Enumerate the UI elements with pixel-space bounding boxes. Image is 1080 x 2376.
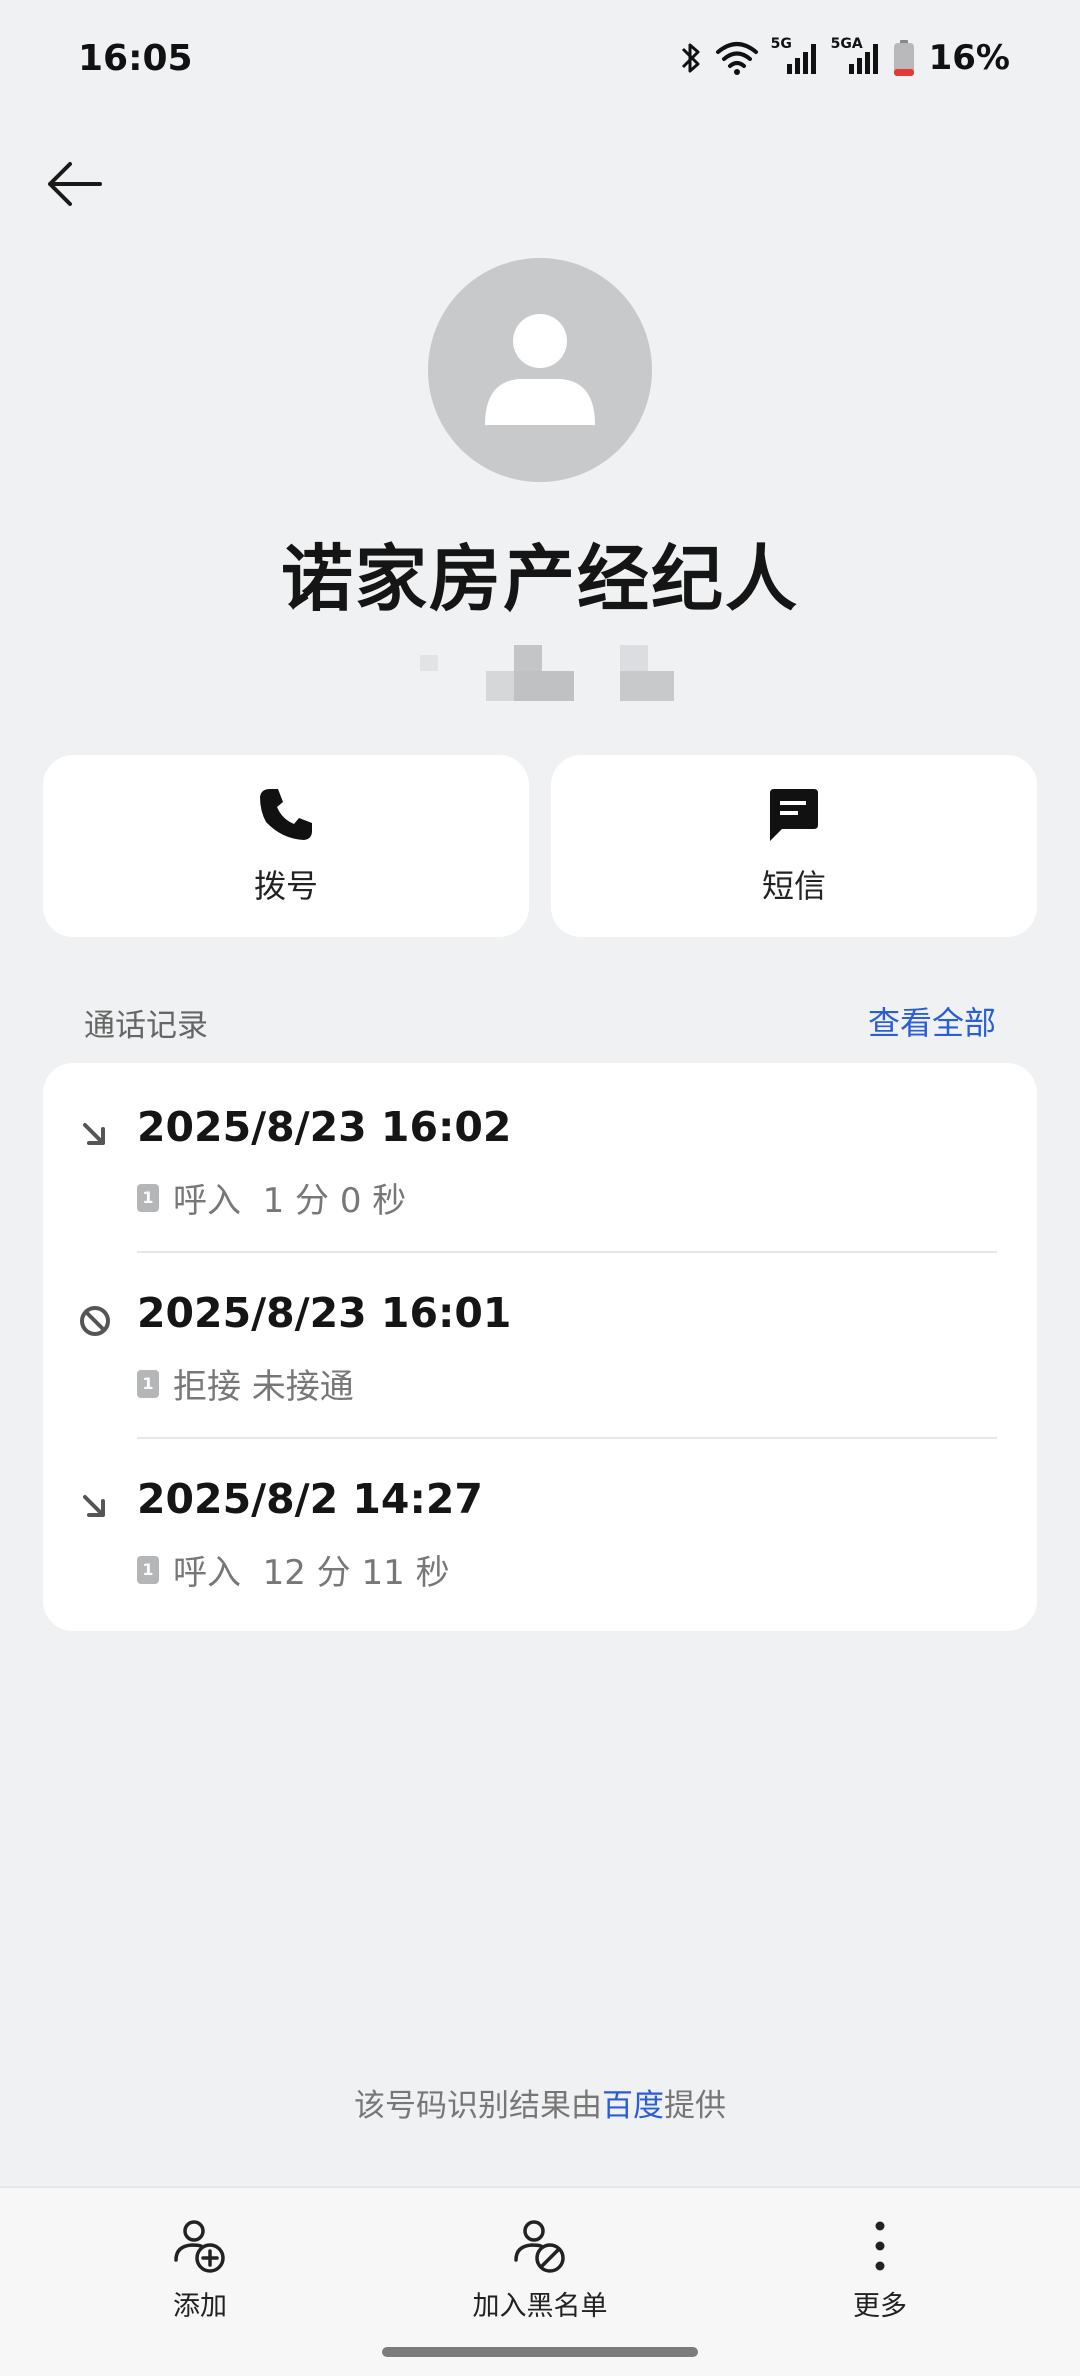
call-time: 2025/8/23 16:01 bbox=[137, 1289, 512, 1337]
more-button[interactable]: 更多 bbox=[760, 2216, 1000, 2336]
add-person-icon bbox=[174, 2220, 225, 2273]
call-log-title: 通话记录 bbox=[84, 1008, 208, 1044]
contact-name: 诺家房产经纪人 bbox=[280, 537, 799, 621]
call-label: 拨号 bbox=[253, 867, 318, 905]
add-contact-button[interactable]: 添加 bbox=[80, 2216, 320, 2336]
call-log-item[interactable]: 2025/8/2 14:27 1 呼入 12 分 11 秒 bbox=[43, 1435, 1037, 1621]
wifi-icon bbox=[715, 42, 758, 75]
incoming-call-icon bbox=[83, 1495, 105, 1517]
call-detail: 1 呼入 12 分 11 秒 bbox=[137, 1545, 450, 1594]
phone-number-redacted bbox=[410, 645, 680, 705]
call-detail-text: 拒接 未接通 bbox=[173, 1367, 354, 1407]
sim-card-icon: 1 bbox=[137, 1555, 159, 1584]
redaction-block bbox=[486, 671, 514, 701]
signal-icon bbox=[848, 44, 878, 74]
sms-label: 短信 bbox=[761, 867, 826, 905]
provider-link[interactable]: 百度 bbox=[602, 2088, 664, 2124]
provider-note: 该号码识别结果由百度提供 bbox=[0, 2080, 1080, 2125]
redaction-block bbox=[514, 671, 574, 701]
sms-button[interactable]: 短信 bbox=[551, 755, 1037, 937]
view-all-link[interactable]: 查看全部 bbox=[868, 998, 996, 1044]
redaction-block bbox=[620, 645, 648, 673]
more-vertical-icon bbox=[875, 2221, 885, 2271]
call-detail-text: 呼入 12 分 11 秒 bbox=[173, 1553, 450, 1593]
back-button[interactable] bbox=[40, 150, 108, 218]
redaction-block bbox=[420, 655, 438, 671]
call-log-item[interactable]: 2025/8/23 16:02 1 呼入 1 分 0 秒 bbox=[43, 1063, 1037, 1249]
block-person-icon bbox=[514, 2220, 565, 2273]
signal-1: 5G bbox=[771, 36, 819, 76]
arrow-left-icon bbox=[48, 162, 102, 206]
call-detail-text: 呼入 1 分 0 秒 bbox=[173, 1181, 407, 1221]
message-icon bbox=[770, 789, 818, 841]
person-icon bbox=[485, 314, 595, 425]
battery-level: 16% bbox=[928, 38, 1010, 78]
status-icons: 5G 5GA 16% bbox=[679, 36, 1010, 78]
incoming-call-icon bbox=[83, 1123, 105, 1145]
rejected-call-icon bbox=[80, 1306, 110, 1336]
sim-card-icon: 1 bbox=[137, 1369, 159, 1398]
contact-detail-screen: 16:05 5G 5GA 16% 诺家房产经纪人 拨号 短信 通话记录 查看全部… bbox=[0, 0, 1080, 2376]
call-time: 2025/8/2 14:27 bbox=[137, 1475, 483, 1523]
avatar bbox=[428, 258, 652, 482]
call-button[interactable]: 拨号 bbox=[43, 755, 529, 937]
signal-2: 5GA bbox=[831, 36, 881, 76]
call-log-item[interactable]: 2025/8/23 16:01 1 拒接 未接通 bbox=[43, 1249, 1037, 1435]
provider-prefix: 该号码识别结果由 bbox=[354, 2088, 602, 2124]
redaction-block bbox=[620, 671, 674, 701]
status-time: 16:05 bbox=[78, 38, 193, 79]
bluetooth-icon bbox=[681, 43, 700, 73]
block-label: 加入黑名单 bbox=[472, 2291, 608, 2322]
phone-icon bbox=[260, 789, 312, 840]
call-detail: 1 呼入 1 分 0 秒 bbox=[137, 1173, 406, 1222]
signal-icon bbox=[786, 44, 816, 74]
add-label: 添加 bbox=[173, 2291, 227, 2322]
call-detail: 1 拒接 未接通 bbox=[137, 1359, 354, 1408]
battery-icon bbox=[893, 40, 914, 76]
provider-suffix: 提供 bbox=[664, 2088, 726, 2124]
sim-card-icon: 1 bbox=[137, 1183, 159, 1212]
call-time: 2025/8/23 16:02 bbox=[137, 1103, 512, 1151]
status-bar: 16:05 5G 5GA 16% bbox=[0, 0, 1080, 120]
call-log-list: 2025/8/23 16:02 1 呼入 1 分 0 秒 2025/8/23 1… bbox=[43, 1063, 1037, 1631]
block-number-button[interactable]: 加入黑名单 bbox=[420, 2216, 660, 2336]
home-indicator[interactable] bbox=[382, 2347, 698, 2357]
more-label: 更多 bbox=[853, 2291, 907, 2322]
